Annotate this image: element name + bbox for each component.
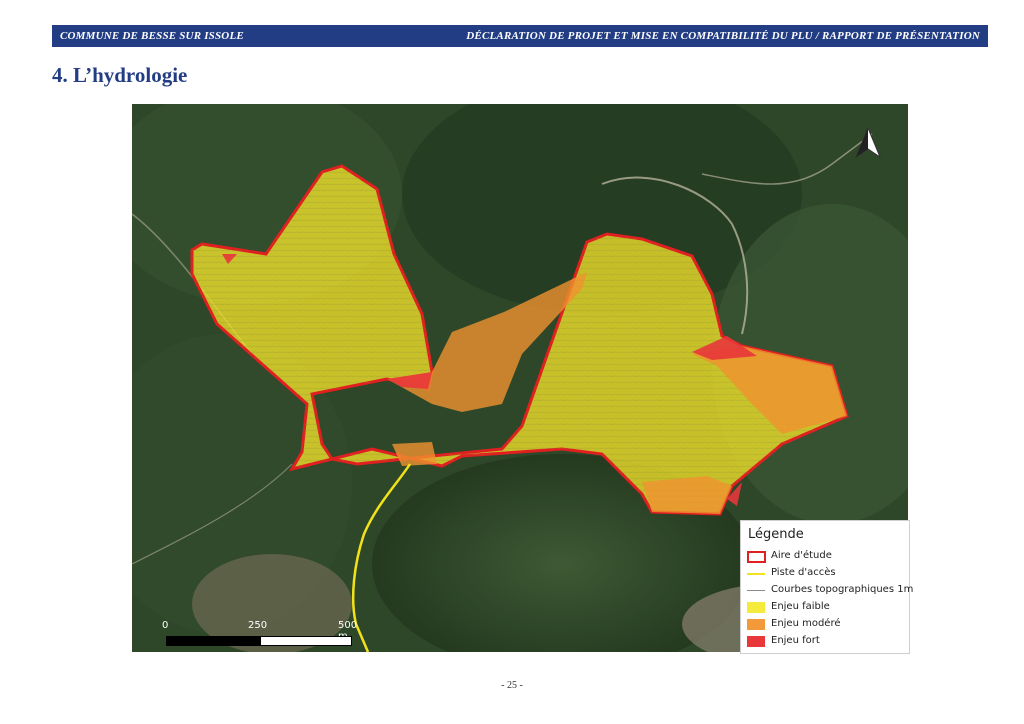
header-commune: COMMUNE DE BESSE SUR ISSOLE bbox=[60, 30, 244, 42]
contours-swatch bbox=[747, 590, 765, 591]
scale-segment-black bbox=[166, 636, 260, 646]
access-track-swatch bbox=[747, 573, 765, 575]
moderate-issue-swatch bbox=[747, 619, 765, 630]
scale-bar: 0 250 500 m bbox=[160, 620, 360, 648]
low-issue-swatch bbox=[747, 602, 765, 613]
header-document-title: DÉCLARATION DE PROJET ET MISE EN COMPATI… bbox=[466, 30, 980, 42]
legend-title: Légende bbox=[748, 527, 804, 542]
north-arrow-icon bbox=[852, 126, 884, 160]
study-area-swatch bbox=[747, 551, 766, 563]
section-title: 4. L’hydrologie bbox=[52, 63, 188, 87]
high-issue-swatch bbox=[747, 636, 765, 647]
map-legend: Légende Aire d'étude Piste d'accès Courb… bbox=[740, 520, 913, 654]
header-band: COMMUNE DE BESSE SUR ISSOLE DÉCLARATION … bbox=[52, 25, 988, 47]
scale-label-250: 250 bbox=[248, 620, 268, 631]
page-number: - 25 - bbox=[501, 680, 523, 691]
scale-segment-white bbox=[260, 636, 352, 646]
scale-label-0: 0 bbox=[162, 620, 169, 631]
moderate-zone-south bbox=[642, 476, 732, 514]
